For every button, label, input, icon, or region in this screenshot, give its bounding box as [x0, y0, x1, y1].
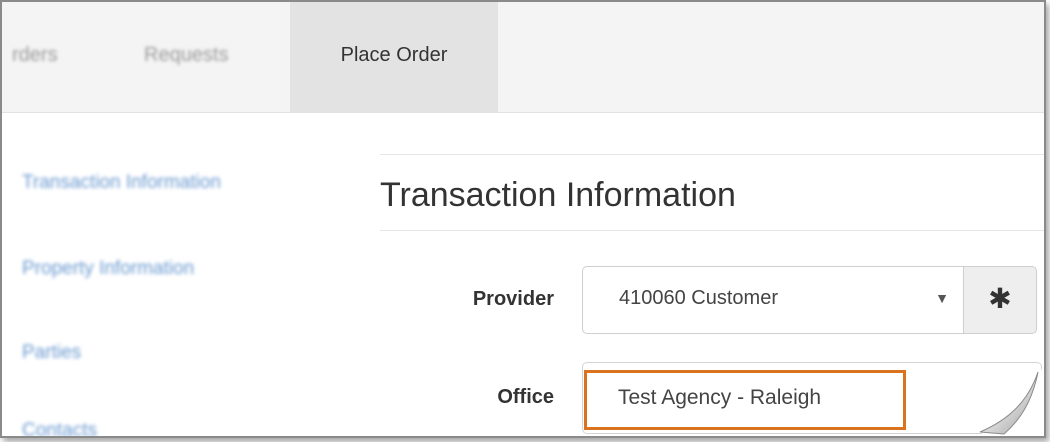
required-addon: ✱	[963, 266, 1037, 334]
tab-orders[interactable]: rders	[12, 2, 58, 112]
asterisk-icon: ✱	[988, 283, 1012, 314]
divider	[380, 154, 1044, 155]
sidebar-item-parties[interactable]: Parties	[22, 342, 81, 364]
tab-requests[interactable]: Requests	[144, 2, 229, 112]
sidebar-item-property-information[interactable]: Property Information	[22, 258, 194, 280]
sidebar-item-contacts[interactable]: Contacts	[22, 420, 97, 436]
provider-label: Provider	[472, 288, 554, 310]
chevron-down-icon: ▼	[935, 290, 949, 306]
page-title: Transaction Information	[380, 176, 736, 214]
office-value: Test Agency - Raleigh	[618, 386, 822, 409]
provider-select-value: 410060 Customer	[619, 287, 778, 309]
top-nav: rders Requests Place Order	[2, 2, 1044, 113]
provider-select[interactable]: 410060 Customer ▼	[582, 266, 964, 334]
sidebar-item-transaction-information[interactable]: Transaction Information	[22, 172, 221, 194]
sidebar: Transaction Information Property Informa…	[2, 114, 342, 436]
office-label: Office	[497, 386, 554, 408]
page-curl	[974, 362, 1044, 436]
screenshot-frame: rders Requests Place Order Transaction I…	[0, 0, 1046, 438]
title-divider	[380, 230, 1044, 231]
tab-place-order[interactable]: Place Order	[290, 2, 498, 112]
